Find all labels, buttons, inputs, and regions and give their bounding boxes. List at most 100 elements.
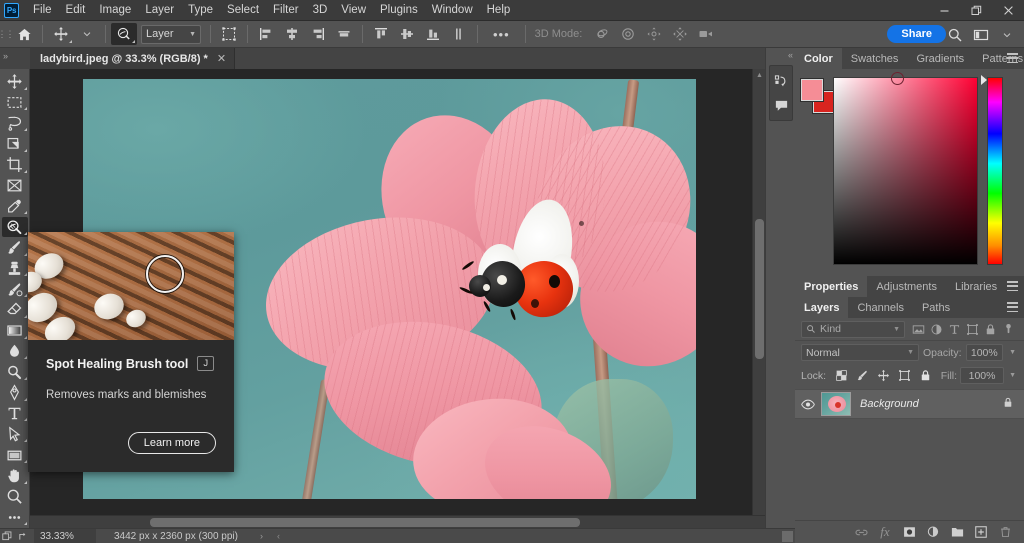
filter-pixel-layers-icon[interactable] xyxy=(910,320,927,338)
roll-3d-icon[interactable] xyxy=(615,23,641,45)
minimize-button[interactable] xyxy=(928,0,960,21)
tool-dodge[interactable] xyxy=(2,362,28,382)
lock-image-pixels-icon[interactable] xyxy=(853,367,871,385)
link-layers-icon[interactable] xyxy=(852,523,870,541)
document-tab-ladybird[interactable]: ladybird.jpeg @ 33.3% (RGB/8) * ✕ xyxy=(30,48,236,69)
menu-type[interactable]: Type xyxy=(181,1,220,19)
distribute-vertical-icon[interactable] xyxy=(446,23,472,45)
align-bottom-icon[interactable] xyxy=(420,23,446,45)
resize-grip[interactable] xyxy=(782,530,793,542)
menu-file[interactable]: File xyxy=(26,1,59,19)
horizontal-scroll-thumb[interactable] xyxy=(150,518,580,527)
color-panel-menu-icon[interactable] xyxy=(1007,53,1018,63)
lock-artboard-nesting-icon[interactable] xyxy=(895,367,913,385)
menu-edit[interactable]: Edit xyxy=(59,1,93,19)
filter-shape-layers-icon[interactable] xyxy=(964,320,981,338)
tab-adjustments[interactable]: Adjustments xyxy=(867,276,946,297)
canvas-horizontal-scrollbar[interactable] xyxy=(30,515,765,528)
tool-object-selection[interactable] xyxy=(2,134,28,154)
align-horizontal-centers-icon[interactable] xyxy=(279,23,305,45)
filter-smart-object-icon[interactable] xyxy=(982,320,999,338)
filter-type-layers-icon[interactable] xyxy=(946,320,963,338)
tool-clone-stamp[interactable] xyxy=(2,259,28,279)
close-button[interactable] xyxy=(992,0,1024,21)
tool-crop[interactable] xyxy=(2,155,28,175)
orbit-3d-icon[interactable] xyxy=(589,23,615,45)
pan-3d-icon[interactable] xyxy=(641,23,667,45)
layer-name[interactable]: Background xyxy=(860,398,1002,410)
align-right-edges-icon[interactable] xyxy=(305,23,331,45)
transform-controls-icon[interactable] xyxy=(216,23,242,45)
zoom-level-field[interactable]: 33.33% xyxy=(34,528,96,543)
align-top-icon[interactable] xyxy=(368,23,394,45)
add-layer-mask-icon[interactable] xyxy=(900,523,918,541)
target-layer-select[interactable]: Layer ▼ xyxy=(141,24,201,44)
new-layer-icon[interactable] xyxy=(972,523,990,541)
tool-edit-toolbar[interactable] xyxy=(2,507,28,527)
tool-eyedropper[interactable] xyxy=(2,196,28,216)
tool-frame[interactable] xyxy=(2,176,28,196)
slide-3d-icon[interactable] xyxy=(667,23,693,45)
history-icon[interactable] xyxy=(770,69,792,93)
workspace-caret-icon[interactable] xyxy=(994,24,1020,46)
filter-toggle-icon[interactable] xyxy=(1000,320,1017,338)
scroll-up-arrow-icon[interactable]: ▲ xyxy=(753,69,765,82)
tab-color[interactable]: Color xyxy=(795,48,842,69)
menu-help[interactable]: Help xyxy=(480,1,518,19)
new-group-icon[interactable] xyxy=(948,523,966,541)
share-button[interactable]: Share xyxy=(887,25,946,43)
lock-transparent-pixels-icon[interactable] xyxy=(832,367,850,385)
hue-slider[interactable] xyxy=(987,77,1003,265)
blend-mode-select[interactable]: Normal ▼ xyxy=(801,344,919,361)
tool-brush[interactable] xyxy=(2,238,28,258)
menu-image[interactable]: Image xyxy=(92,1,138,19)
menu-filter[interactable]: Filter xyxy=(266,1,306,19)
tab-layers[interactable]: Layers xyxy=(795,297,849,318)
properties-panel-menu-icon[interactable] xyxy=(1007,281,1018,291)
tool-blur[interactable] xyxy=(2,342,28,362)
lock-all-icon[interactable] xyxy=(916,367,934,385)
tool-lasso[interactable] xyxy=(2,113,28,133)
tool-hand[interactable] xyxy=(2,466,28,486)
tab-libraries[interactable]: Libraries xyxy=(946,276,1006,297)
delete-layer-icon[interactable] xyxy=(996,523,1014,541)
move-tool-icon[interactable] xyxy=(48,23,74,45)
lock-position-icon[interactable] xyxy=(874,367,892,385)
workspace-icon[interactable] xyxy=(968,24,994,46)
tab-channels[interactable]: Channels xyxy=(848,297,912,318)
comments-icon[interactable] xyxy=(770,93,792,117)
menu-3d[interactable]: 3D xyxy=(306,1,335,19)
tab-swatches[interactable]: Swatches xyxy=(842,48,908,69)
tool-zoom[interactable] xyxy=(2,487,28,507)
tab-properties[interactable]: Properties xyxy=(795,276,868,297)
document-tab-close-icon[interactable]: ✕ xyxy=(217,52,226,65)
menu-plugins[interactable]: Plugins xyxy=(373,1,425,19)
scale-3d-icon[interactable] xyxy=(693,23,719,45)
layer-filter-kind-select[interactable]: Kind ▼ xyxy=(801,320,905,338)
canvas-vertical-scrollbar[interactable]: ▲ ▼ xyxy=(752,69,765,528)
tab-collapse-icon[interactable]: » xyxy=(3,51,8,61)
opacity-stepper-icon[interactable]: ▼ xyxy=(1007,349,1018,356)
options-bar-grip[interactable]: ⋮⋮ xyxy=(0,21,15,48)
search-icon[interactable] xyxy=(942,24,968,46)
menu-window[interactable]: Window xyxy=(425,1,480,19)
menu-view[interactable]: View xyxy=(334,1,373,19)
layer-thumbnail[interactable] xyxy=(821,392,851,416)
spot-healing-brush-icon[interactable] xyxy=(111,23,137,45)
tool-rectangular-marquee[interactable] xyxy=(2,93,28,113)
more-options-button[interactable]: ••• xyxy=(483,27,520,42)
foreground-color-swatch[interactable] xyxy=(801,79,823,101)
tool-rectangle[interactable] xyxy=(2,445,28,465)
fill-value[interactable]: 100% xyxy=(960,367,1005,384)
move-tool-caret[interactable] xyxy=(74,23,100,45)
fill-stepper-icon[interactable]: ▼ xyxy=(1007,372,1018,379)
vertical-scroll-thumb[interactable] xyxy=(755,219,764,359)
filter-adjustment-layers-icon[interactable] xyxy=(928,320,945,338)
tool-path-selection[interactable] xyxy=(2,424,28,444)
tool-pen[interactable] xyxy=(2,383,28,403)
tool-eraser[interactable] xyxy=(2,300,28,320)
screen-mode-icon[interactable] xyxy=(0,531,15,542)
opacity-value[interactable]: 100% xyxy=(965,344,1004,361)
maximize-button[interactable] xyxy=(960,0,992,21)
tab-paths[interactable]: Paths xyxy=(913,297,959,318)
